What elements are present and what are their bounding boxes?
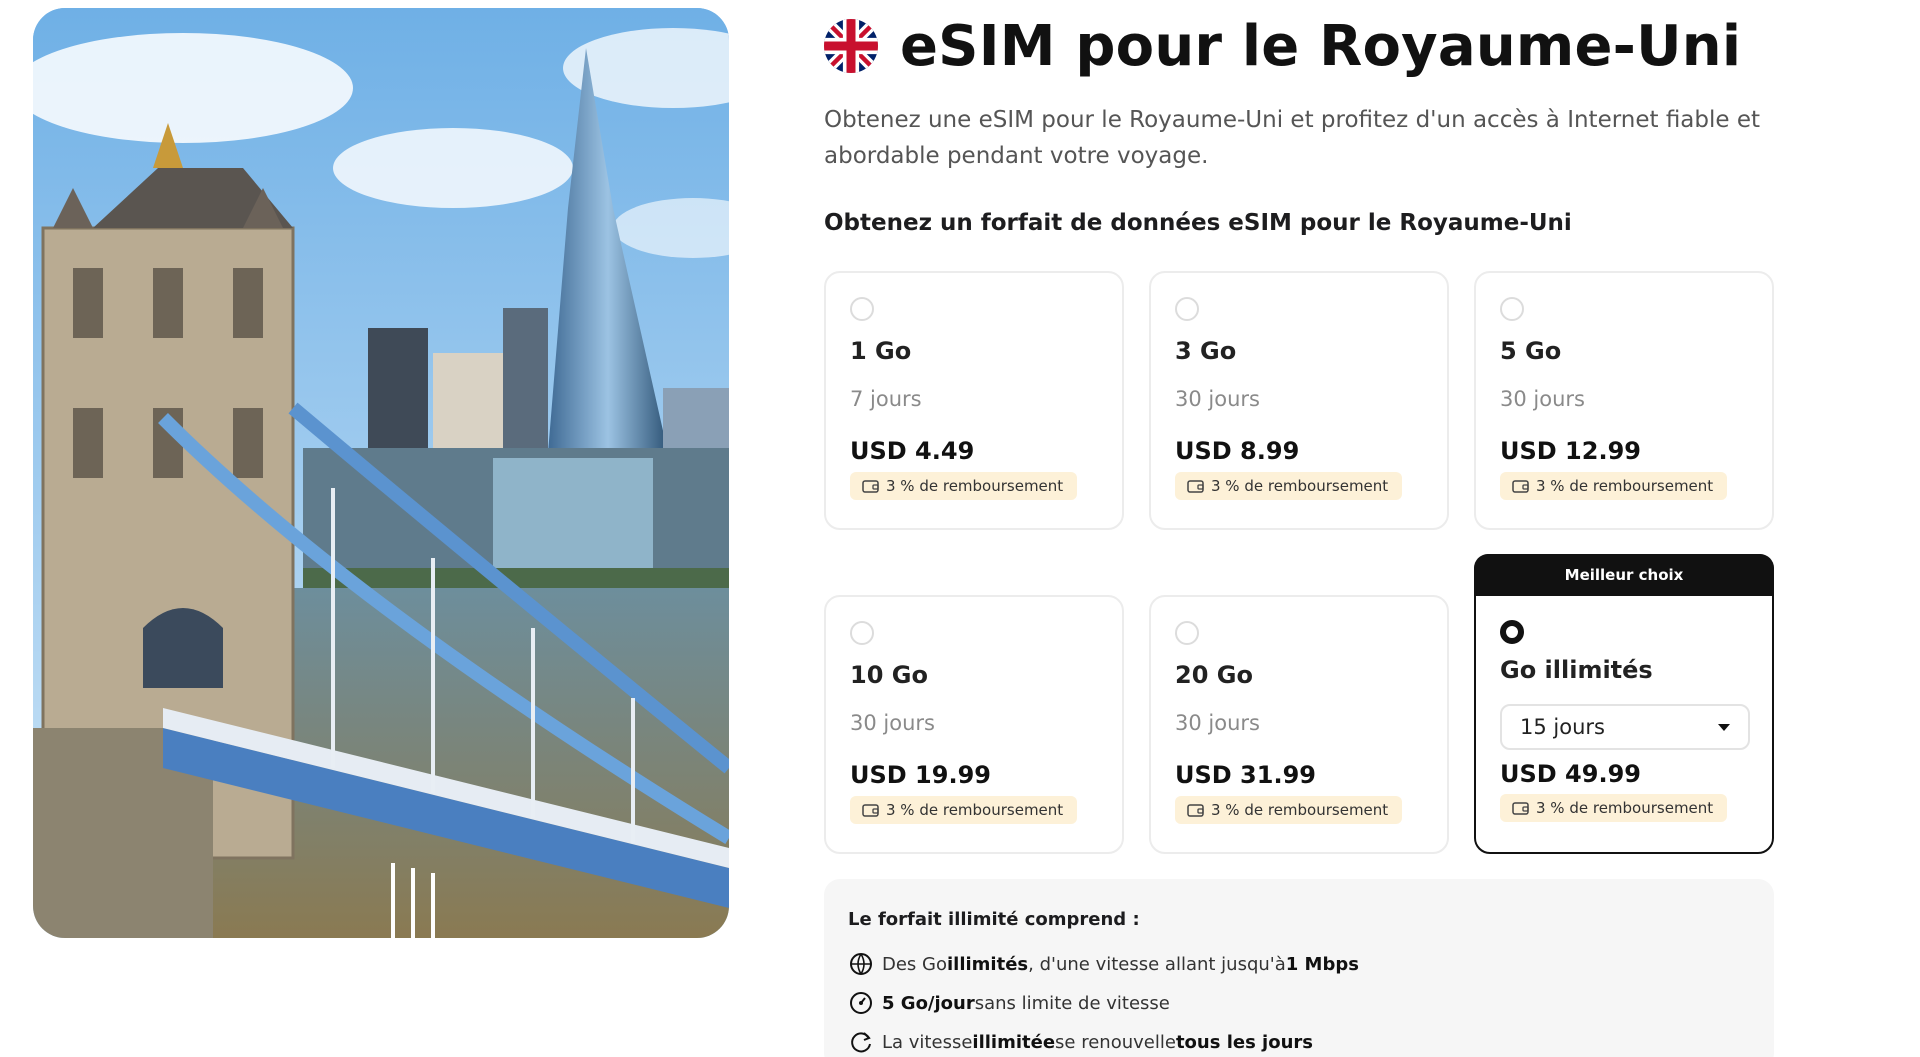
wallet-icon (862, 804, 879, 817)
info-bold: tous les jours (1175, 1031, 1314, 1053)
plan-days: 30 jours (1175, 711, 1260, 735)
refresh-icon (851, 1032, 871, 1053)
wallet-icon (1512, 802, 1529, 815)
info-line-renewal: La vitesse illimitée se renouvelle tous … (848, 1029, 1313, 1055)
plan-size: 1 Go (850, 337, 912, 365)
info-bold: illimités (947, 953, 1029, 975)
cashback-text: 3 % de remboursement (1211, 477, 1389, 495)
plan-card-1go[interactable]: 1 Go 7 jours USD 4.49 3 % de rembourseme… (824, 271, 1124, 530)
plan-card-5go[interactable]: 5 Go 30 jours USD 12.99 3 % de rembourse… (1474, 271, 1774, 530)
cashback-badge: 3 % de remboursement (1175, 796, 1403, 824)
plan-radio[interactable] (1175, 297, 1199, 321)
plan-card-3go[interactable]: 3 Go 30 jours USD 8.99 3 % de remboursem… (1149, 271, 1449, 530)
plan-price: USD 19.99 (850, 761, 991, 789)
plan-card-unlimited[interactable]: Meilleur choix Go illimités 15 jours USD… (1474, 554, 1774, 854)
plans-section-title: Obtenez un forfait de données eSIM pour … (824, 210, 1572, 236)
cashback-badge: 3 % de remboursement (1500, 472, 1728, 500)
wallet-icon (1512, 480, 1529, 493)
info-line-unlimited-speed: Des Go illimités, d'une vitesse allant j… (848, 951, 1359, 977)
hero-image (33, 8, 729, 938)
plan-days: 7 jours (850, 387, 922, 411)
plan-size: 3 Go (1175, 337, 1237, 365)
wallet-icon (862, 480, 879, 493)
globe-speed-icon (850, 953, 872, 975)
plan-days: 30 jours (850, 711, 935, 735)
cashback-badge: 3 % de remboursement (850, 796, 1078, 824)
cashback-text: 3 % de remboursement (1536, 799, 1714, 817)
plan-radio-selected[interactable] (1500, 620, 1524, 644)
info-text: La vitesse (882, 1031, 973, 1053)
wallet-icon (1187, 480, 1204, 493)
page-title: eSIM pour le Royaume-Uni (900, 13, 1742, 79)
plan-size: 5 Go (1500, 337, 1562, 365)
cashback-text: 3 % de remboursement (886, 477, 1064, 495)
plan-price: USD 31.99 (1175, 761, 1316, 789)
wallet-icon (1187, 804, 1204, 817)
plan-card-20go[interactable]: 20 Go 30 jours USD 31.99 3 % de rembours… (1149, 595, 1449, 854)
plan-size: 20 Go (1175, 661, 1253, 689)
plan-size: Go illimités (1500, 656, 1653, 684)
info-text: Des Go (882, 953, 947, 975)
info-line-daily-quota: 5 Go/jour sans limite de vitesse (848, 990, 1170, 1016)
info-bold: 1 Mbps (1285, 953, 1359, 975)
info-text: se renouvelle (1055, 1031, 1176, 1053)
plan-radio[interactable] (850, 621, 874, 645)
cashback-text: 3 % de remboursement (1211, 801, 1389, 819)
uk-flag-icon (824, 19, 878, 73)
plan-price: USD 4.49 (850, 437, 975, 465)
chevron-down-icon (1718, 723, 1730, 731)
plan-days: 30 jours (1175, 387, 1260, 411)
duration-select-value: 15 jours (1520, 715, 1605, 739)
plan-price: USD 8.99 (1175, 437, 1300, 465)
cashback-badge: 3 % de remboursement (1500, 794, 1728, 822)
plan-days: 30 jours (1500, 387, 1585, 411)
cashback-badge: 3 % de remboursement (1175, 472, 1403, 500)
info-bold: 5 Go/jour (882, 992, 975, 1014)
info-text: , d'une vitesse allant jusqu'à (1028, 953, 1286, 975)
cashback-text: 3 % de remboursement (886, 801, 1064, 819)
plan-card-10go[interactable]: 10 Go 30 jours USD 19.99 3 % de rembours… (824, 595, 1124, 854)
plan-radio[interactable] (850, 297, 874, 321)
cashback-badge: 3 % de remboursement (850, 472, 1078, 500)
plan-price: USD 49.99 (1500, 760, 1641, 788)
duration-select[interactable]: 15 jours (1500, 704, 1750, 750)
info-text: sans limite de vitesse (974, 992, 1170, 1014)
cashback-text: 3 % de remboursement (1536, 477, 1714, 495)
info-title: Le forfait illimité comprend : (848, 909, 1140, 930)
page-subtitle: Obtenez une eSIM pour le Royaume-Uni et … (824, 107, 1761, 169)
info-bold: illimitée (972, 1031, 1056, 1053)
plan-radio[interactable] (1500, 297, 1524, 321)
plan-price: USD 12.99 (1500, 437, 1641, 465)
best-choice-badge: Meilleur choix (1474, 554, 1774, 596)
title-row: eSIM pour le Royaume-Uni (824, 13, 1742, 79)
plan-radio[interactable] (1175, 621, 1199, 645)
speedometer-icon (850, 992, 872, 1014)
unlimited-info-box: Le forfait illimité comprend : Des Go il… (824, 879, 1774, 1057)
plan-size: 10 Go (850, 661, 928, 689)
